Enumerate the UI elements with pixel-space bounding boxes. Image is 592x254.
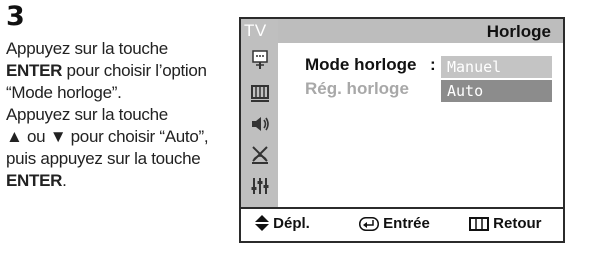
osd-footer: Dépl. Entrée Retour bbox=[241, 207, 563, 241]
clock-mode-colon: : bbox=[430, 55, 436, 74]
tv-osd-screen: TV Horloge Mode horloge: Manuel Rég. ho… bbox=[239, 17, 565, 243]
osd-header: Horloge bbox=[278, 19, 563, 43]
instruction-text: Appuyez sur la touche bbox=[6, 39, 168, 58]
clock-set-label: Rég. horloge bbox=[305, 79, 409, 98]
sound-icon[interactable] bbox=[249, 113, 271, 135]
instruction-text: pour choisir “Auto”, bbox=[66, 127, 209, 146]
step-number: 3 bbox=[6, 1, 25, 32]
picture-icon[interactable] bbox=[249, 49, 271, 71]
enter-key-label: ENTER bbox=[6, 171, 63, 190]
instruction-line: “Mode horloge”. bbox=[6, 82, 246, 104]
instruction-line: Appuyez sur la touche bbox=[6, 38, 246, 60]
instruction-text: Appuyez sur la touche bbox=[6, 105, 168, 124]
channel-icon[interactable] bbox=[249, 81, 271, 103]
instruction-text: . bbox=[62, 171, 67, 190]
tv-label: TV bbox=[244, 21, 267, 40]
clock-mode-label[interactable]: Mode horloge bbox=[305, 55, 416, 75]
instructions-text: Appuyez sur la touche ENTER pour choisir… bbox=[6, 38, 246, 192]
osd-content: Mode horloge : Manuel Rég. horloge Auto bbox=[278, 43, 563, 207]
menu-title: Horloge bbox=[486, 22, 551, 41]
footer-move: Dépl. bbox=[255, 215, 310, 232]
antenna-icon[interactable] bbox=[249, 143, 271, 165]
footer-return-label: Retour bbox=[493, 215, 542, 232]
option-manual[interactable]: Manuel bbox=[441, 56, 552, 78]
instruction-line: ENTER pour choisir l’option bbox=[6, 60, 246, 82]
up-arrow-icon: ▲ bbox=[6, 127, 23, 146]
footer-move-label: Dépl. bbox=[273, 215, 310, 232]
down-arrow-icon: ▼ bbox=[49, 127, 67, 146]
instruction-line: Appuyez sur la touche bbox=[6, 104, 246, 126]
footer-return: Retour bbox=[469, 215, 542, 232]
instruction-text: “Mode horloge”. bbox=[6, 83, 122, 102]
osd-sidebar: TV bbox=[241, 19, 278, 207]
footer-enter: Entrée bbox=[359, 215, 430, 232]
option-auto[interactable]: Auto bbox=[441, 80, 552, 102]
setup-icon[interactable] bbox=[249, 175, 271, 197]
enter-key-label: ENTER bbox=[6, 61, 63, 80]
instruction-line: puis appuyez sur la touche bbox=[6, 148, 246, 170]
footer-enter-label: Entrée bbox=[383, 215, 430, 232]
instruction-line: ▲ ou ▼ pour choisir “Auto”, bbox=[6, 126, 246, 148]
instruction-text: puis appuyez sur la touche bbox=[6, 149, 201, 168]
return-key-icon bbox=[469, 217, 489, 231]
instruction-text: ou bbox=[22, 127, 50, 146]
instruction-line: ENTER. bbox=[6, 170, 246, 192]
instruction-text: pour choisir l’option bbox=[62, 61, 207, 80]
up-down-arrow-icon bbox=[255, 215, 269, 231]
enter-key-icon bbox=[359, 217, 379, 231]
